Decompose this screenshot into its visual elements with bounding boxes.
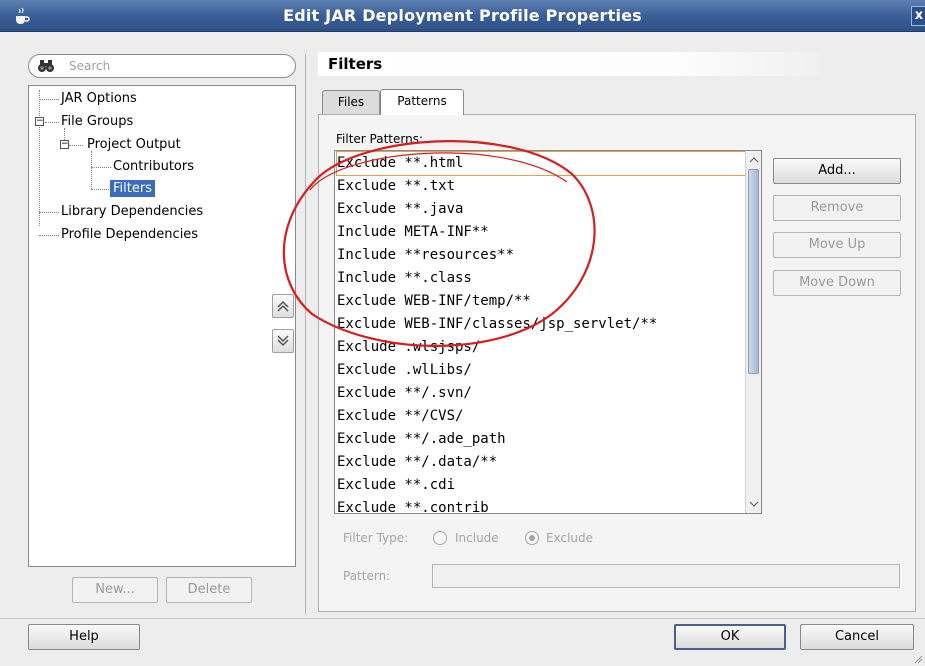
list-item[interactable]: Include **.class <box>337 267 472 290</box>
close-button[interactable]: x <box>911 6 925 26</box>
list-item[interactable]: Exclude **/CVS/ <box>337 405 463 428</box>
double-chevron-up-icon <box>277 300 289 312</box>
list-item[interactable]: Exclude **.cdi <box>337 474 455 497</box>
list-item[interactable]: Exclude **.java <box>337 198 463 221</box>
tree-item-library-dependencies[interactable]: Library Dependencies <box>61 202 203 222</box>
scroll-up-icon <box>749 157 759 163</box>
project-output-expander[interactable]: − <box>60 140 69 149</box>
filter-patterns-label: Filter Patterns: <box>336 132 423 146</box>
panel-divider <box>305 54 306 614</box>
exclude-radio-label: Exclude <box>546 531 594 545</box>
remove-button[interactable]: Remove <box>773 195 901 221</box>
tree-item-contributors[interactable]: Contributors <box>113 157 194 177</box>
exclude-radio[interactable] <box>525 531 539 545</box>
tree-item-label: Contributors <box>113 159 194 174</box>
tree-item-file-groups[interactable]: File Groups <box>61 112 133 132</box>
include-radio-label: Include <box>455 531 499 545</box>
window-title: Edit JAR Deployment Profile Properties <box>283 6 642 25</box>
tab-label: Files <box>337 95 365 109</box>
list-item[interactable]: Exclude .wlLibs/ <box>337 359 472 382</box>
tree-item-jar-options[interactable]: JAR Options <box>61 89 137 109</box>
file-groups-expander[interactable]: − <box>35 117 44 126</box>
resize-grip-icon[interactable] <box>913 654 923 664</box>
tab-patterns[interactable]: Patterns <box>380 89 464 115</box>
move-up-arrow-button[interactable] <box>272 294 294 318</box>
list-item[interactable]: Include **resources** <box>337 244 514 267</box>
list-item[interactable]: Exclude **/.ade_path <box>337 428 506 451</box>
include-radio[interactable] <box>433 531 447 545</box>
list-item[interactable]: Exclude **.html <box>336 151 746 176</box>
list-item[interactable]: Include META-INF** <box>337 221 489 244</box>
scroll-down-icon <box>749 501 759 507</box>
page-title: Filters <box>318 52 820 76</box>
tree-item-label: File Groups <box>61 114 134 129</box>
scrollbar-thumb[interactable] <box>748 169 759 374</box>
help-button[interactable]: Help <box>28 624 140 650</box>
search-input[interactable] <box>69 57 289 75</box>
list-item[interactable]: Exclude **.txt <box>337 175 455 198</box>
new-button[interactable]: New... <box>72 577 158 603</box>
dialog-body: − − JAR Options File Groups Project Outp… <box>0 32 925 666</box>
vertical-scrollbar[interactable] <box>745 151 761 513</box>
footer-divider <box>0 618 925 619</box>
move-up-button[interactable]: Move Up <box>773 232 901 258</box>
pattern-label: Pattern: <box>343 569 391 583</box>
list-item[interactable]: Exclude **/.data/** <box>337 451 497 474</box>
add-button[interactable]: Add... <box>773 158 901 184</box>
tab-files[interactable]: Files <box>322 90 380 114</box>
navigation-tree: − − JAR Options File Groups Project Outp… <box>28 85 296 567</box>
cancel-button[interactable]: Cancel <box>800 624 914 650</box>
pattern-field[interactable] <box>432 564 900 588</box>
title-bar: Edit JAR Deployment Profile Properties x <box>0 0 925 32</box>
list-item[interactable]: Exclude WEB-INF/temp/** <box>337 290 531 313</box>
filter-type-label: Filter Type: <box>343 531 409 545</box>
double-chevron-down-icon <box>277 335 289 347</box>
tree-item-profile-dependencies[interactable]: Profile Dependencies <box>61 225 198 245</box>
tree-item-label: JAR Options <box>61 91 137 106</box>
binoculars-icon <box>38 60 54 72</box>
tree-item-label: Filters <box>110 180 155 197</box>
tab-label: Patterns <box>397 94 447 108</box>
move-down-button[interactable]: Move Down <box>773 270 901 296</box>
move-down-arrow-button[interactable] <box>272 329 294 353</box>
list-item[interactable]: Exclude **.contrib <box>337 497 489 513</box>
tree-item-label: Profile Dependencies <box>61 227 199 242</box>
tree-item-project-output[interactable]: Project Output <box>87 135 181 155</box>
search-box[interactable] <box>28 54 296 78</box>
ok-button[interactable]: OK <box>674 624 786 650</box>
list-item[interactable]: Exclude **/.svn/ <box>337 382 472 405</box>
tree-item-label: Library Dependencies <box>61 204 204 219</box>
filter-patterns-list[interactable]: Exclude **.html Exclude **.txt Exclude *… <box>334 150 762 514</box>
tree-item-label: Project Output <box>87 137 181 152</box>
list-item[interactable]: Exclude .wlsjsps/ <box>337 336 480 359</box>
list-item[interactable]: Exclude WEB-INF/classes/jsp_servlet/** <box>337 313 657 336</box>
delete-button[interactable]: Delete <box>166 577 252 603</box>
tree-item-filters[interactable]: Filters <box>110 179 155 199</box>
